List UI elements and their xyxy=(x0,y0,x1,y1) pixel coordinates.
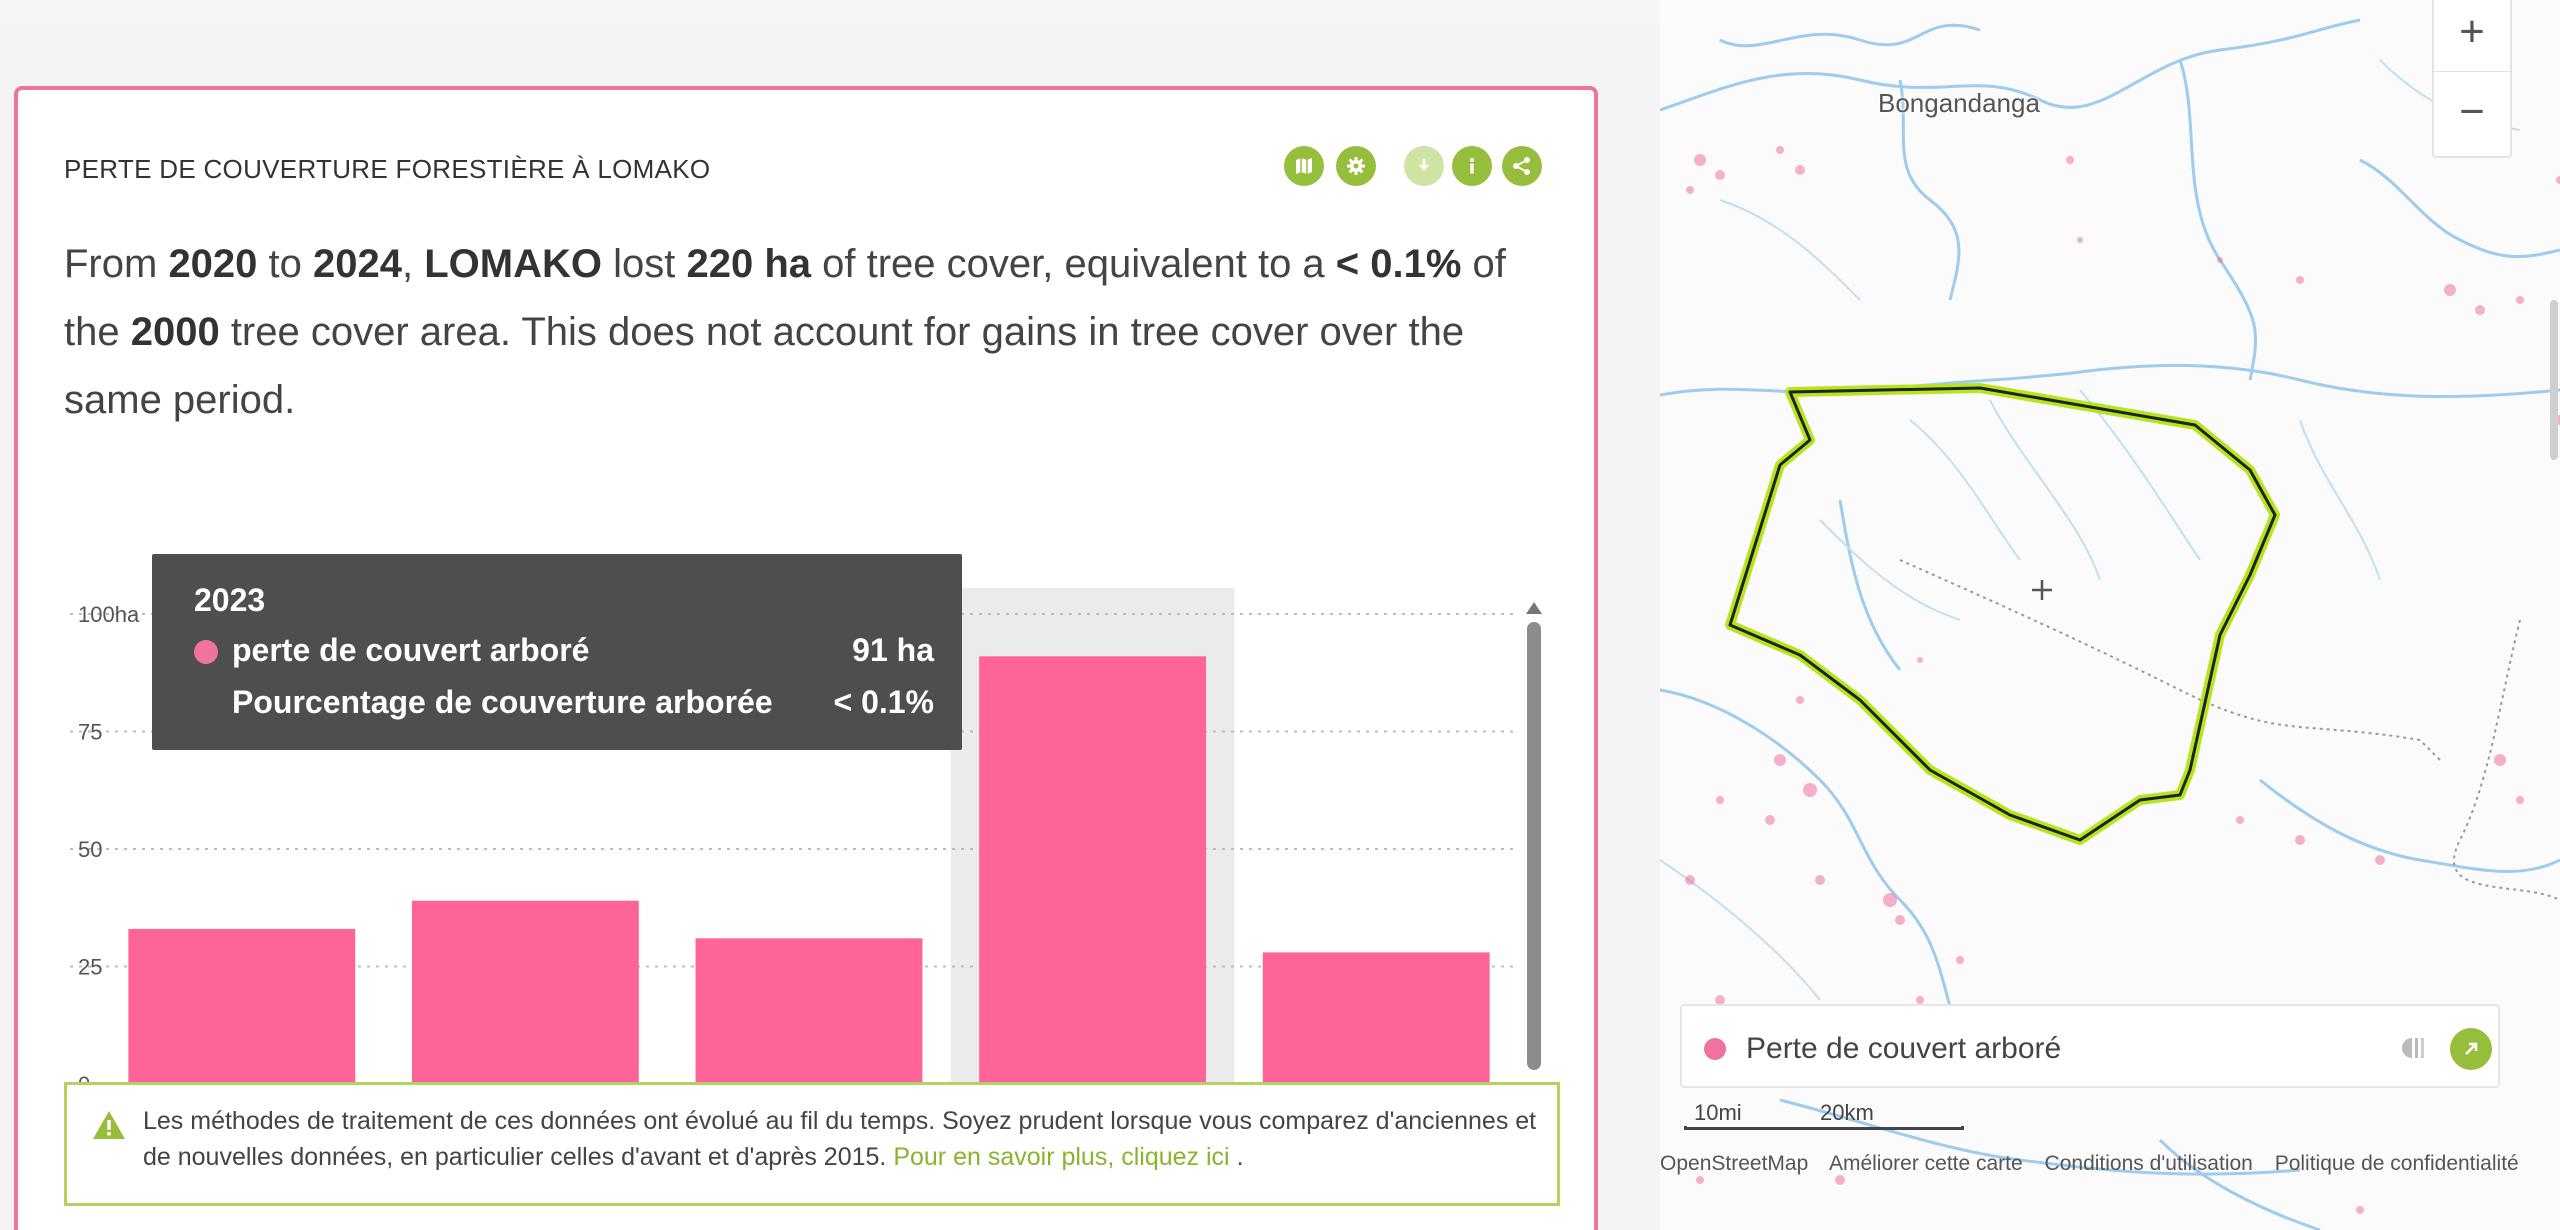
sentence-text: From xyxy=(64,242,169,286)
tooltip-loss-label: perte de couvert arboré xyxy=(232,632,590,668)
zoom-out-button[interactable]: − xyxy=(2434,72,2510,152)
end-year: 2024 xyxy=(313,242,402,286)
data-warning: Les méthodes de traitement de ces donnée… xyxy=(64,1082,1560,1206)
bar xyxy=(411,900,639,1084)
widget-card: PERTE DE COUVERTURE FORESTIÈRE À LOMAKO … xyxy=(14,86,1598,1230)
attribution-terms[interactable]: Conditions d'utilisation xyxy=(2045,1152,2253,1175)
y-tick-label: 100ha xyxy=(78,602,140,627)
scale-line xyxy=(1684,1126,1964,1130)
loss-legend-dot-icon xyxy=(1704,1038,1726,1060)
zoom-control: + − xyxy=(2432,0,2512,158)
sentence-text: lost xyxy=(602,242,687,286)
top-strip xyxy=(0,0,1660,24)
bar xyxy=(1262,952,1490,1084)
zoom-in-button[interactable]: + xyxy=(2434,0,2510,72)
tooltip-percent-label: Pourcentage de couverture arborée xyxy=(232,684,773,720)
warning-text: Les méthodes de traitement de ces donnée… xyxy=(143,1103,1543,1175)
bar xyxy=(128,928,356,1084)
map-attribution: OpenStreetMap Améliorer cette carte Cond… xyxy=(1660,1152,2560,1188)
scroll-up-icon xyxy=(1526,602,1542,614)
widget-title: PERTE DE COUVERTURE FORESTIÈRE À LOMAKO xyxy=(64,154,711,184)
map-icon[interactable] xyxy=(1284,146,1324,186)
warning-body: Les méthodes de traitement de ces donnée… xyxy=(143,1107,1537,1171)
scale-miles: 10mi xyxy=(1694,1100,1742,1125)
opacity-toggle-icon[interactable] xyxy=(2398,1034,2428,1062)
sentence-text: , xyxy=(402,242,425,286)
start-year: 2020 xyxy=(168,242,258,286)
settings-icon[interactable] xyxy=(1336,146,1376,186)
widget-panel: PERTE DE COUVERTURE FORESTIÈRE À LOMAKO … xyxy=(0,0,1660,1230)
scale-km: 20km xyxy=(1820,1100,1874,1125)
sentence-text: of tree cover, equivalent to a xyxy=(811,242,1336,286)
bar xyxy=(979,656,1207,1084)
arrow-up-right-icon xyxy=(2465,1042,2478,1055)
warning-icon xyxy=(93,1111,125,1139)
attribution-improve[interactable]: Améliorer cette carte xyxy=(1829,1152,2023,1175)
location-name: LOMAKO xyxy=(424,242,602,286)
chart-scrollbar[interactable] xyxy=(1527,622,1541,1070)
loss-value: 220 ha xyxy=(686,242,812,286)
sentence-text: tree cover area. This does not account f… xyxy=(64,310,1465,422)
share-icon[interactable] xyxy=(1502,146,1542,186)
y-tick-label: 50 xyxy=(78,837,102,862)
app-root: PERTE DE COUVERTURE FORESTIÈRE À LOMAKO … xyxy=(0,0,2560,1230)
map-scrollbar[interactable] xyxy=(2550,300,2558,460)
place-label: Bongandanga xyxy=(1878,88,2040,118)
info-icon[interactable] xyxy=(1452,146,1492,186)
warning-end: . xyxy=(1236,1143,1244,1171)
loss-dot-icon xyxy=(194,640,218,664)
attribution-osm[interactable]: OpenStreetMap xyxy=(1660,1152,1808,1175)
loss-chart: 0255075100ha'20'21'22'23'24 2023 perte d… xyxy=(18,510,1598,1150)
legend-label: Perte de couvert arboré xyxy=(1746,1032,2062,1065)
download-icon[interactable] xyxy=(1404,146,1444,186)
learn-more-link[interactable]: Pour en savoir plus, cliquez ici xyxy=(893,1143,1229,1171)
tooltip-percent-value: < 0.1% xyxy=(833,684,934,720)
base-year: 2000 xyxy=(130,310,220,354)
sentence-text: to xyxy=(257,242,314,286)
percent-value: < 0.1% xyxy=(1335,242,1462,286)
chart-tooltip: 2023 perte de couvert arboré 91 ha Pourc… xyxy=(152,554,962,750)
tooltip-loss-value: 91 ha xyxy=(852,632,934,668)
summary-sentence: From 2020 to 2024, LOMAKO lost 220 ha of… xyxy=(64,230,1564,434)
y-tick-label: 75 xyxy=(78,720,102,745)
tooltip-year: 2023 xyxy=(194,582,266,618)
bar xyxy=(695,938,923,1084)
attribution-privacy[interactable]: Politique de confidentialité xyxy=(2275,1152,2519,1175)
map-legend: Perte de couvert arboré xyxy=(1680,1004,2500,1088)
y-tick-label: 25 xyxy=(78,955,102,980)
map-scalebar: 10mi 20km xyxy=(1684,1100,1964,1130)
legend-link-button[interactable] xyxy=(2450,1028,2492,1070)
